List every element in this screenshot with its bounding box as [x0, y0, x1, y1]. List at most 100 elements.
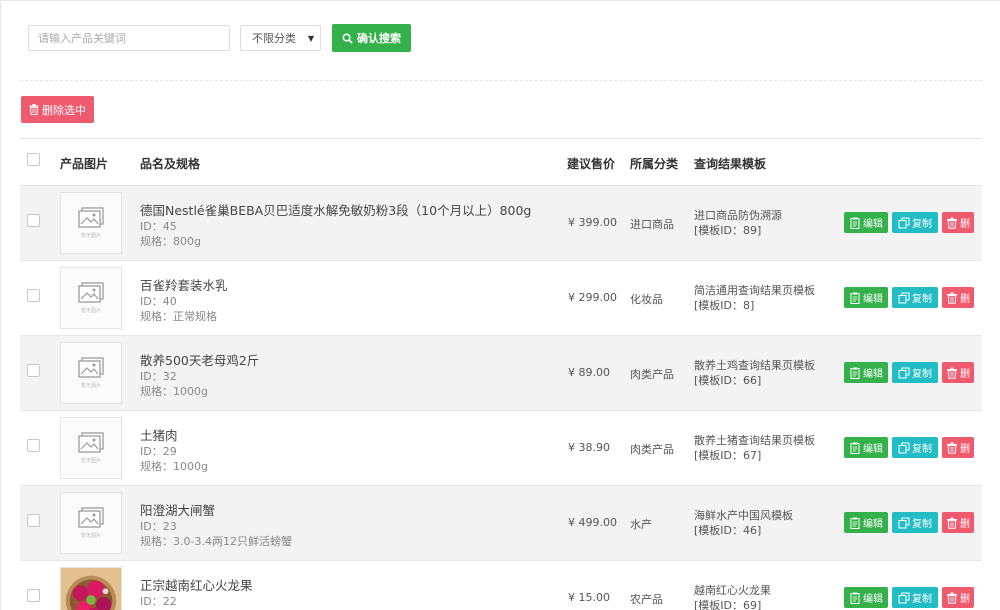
edit-label: 编辑	[863, 219, 883, 230]
copy-label: 复制	[912, 294, 932, 305]
copy-button[interactable]: 复制	[892, 212, 938, 233]
product-spec: 规格：1000g	[140, 385, 208, 398]
product-id: ID：22	[140, 595, 177, 608]
search-input[interactable]	[28, 25, 230, 51]
edit-button[interactable]: 编辑	[844, 587, 888, 608]
product-name: 正宗越南红心火龙果	[140, 578, 253, 593]
delete-label: 删	[960, 369, 970, 380]
row-checkbox[interactable]	[27, 439, 40, 452]
edit-icon	[850, 292, 860, 304]
copy-button[interactable]: 复制	[892, 512, 938, 533]
delete-button[interactable]: 删	[942, 587, 974, 608]
product-id: ID：32	[140, 370, 177, 383]
product-table: 产品图片 品名及规格 建议售价 所属分类 查询结果模板 暂无图片 德国Nestl…	[20, 138, 982, 610]
copy-icon	[898, 517, 910, 528]
header-category: 所属分类	[630, 157, 679, 171]
table-row: 暂无图片 散养500天老母鸡2斤 ID：32 规格：1000g ¥ 89.00 …	[20, 336, 982, 411]
product-price: ¥ 89.00	[568, 366, 610, 379]
product-image: 暂无图片	[60, 342, 122, 404]
image-placeholder-icon	[78, 282, 104, 303]
delete-selected-label: 删除选中	[42, 103, 86, 117]
dragon-fruit-photo	[61, 568, 121, 610]
edit-button[interactable]: 编辑	[844, 512, 888, 533]
image-placeholder-icon	[78, 207, 104, 228]
confirm-search-label: 确认搜索	[357, 32, 401, 45]
product-name: 德国Nestlé雀巢BEBA贝巴适度水解免敏奶粉3段（10个月以上）800g	[140, 203, 532, 218]
product-category: 肉类产品	[630, 443, 674, 456]
copy-button[interactable]: 复制	[892, 362, 938, 383]
row-actions: 编辑 复制 删	[844, 437, 974, 458]
template-name: 散养土猪查询结果页模板	[694, 434, 815, 447]
delete-button[interactable]: 删	[942, 362, 974, 383]
trash-icon	[947, 517, 957, 529]
header-template: 查询结果模板	[694, 157, 767, 171]
product-spec: 规格：3.0-3.4两12只鲜活螃蟹	[140, 535, 292, 548]
delete-button[interactable]: 删	[942, 512, 974, 533]
table-body: 暂无图片 德国Nestlé雀巢BEBA贝巴适度水解免敏奶粉3段（10个月以上）8…	[20, 186, 982, 610]
header-image: 产品图片	[60, 157, 109, 171]
product-category: 水产	[630, 518, 652, 531]
row-checkbox[interactable]	[27, 589, 40, 602]
template-name: 海鲜水产中国风模板	[694, 509, 793, 522]
template-id: [模板ID：69]	[694, 599, 762, 610]
copy-label: 复制	[912, 519, 932, 530]
delete-button[interactable]: 删	[942, 437, 974, 458]
copy-button[interactable]: 复制	[892, 287, 938, 308]
copy-button[interactable]: 复制	[892, 437, 938, 458]
product-image	[60, 567, 122, 610]
row-actions: 编辑 复制 删	[844, 287, 974, 308]
row-checkbox[interactable]	[27, 514, 40, 527]
delete-button[interactable]: 删	[942, 287, 974, 308]
row-actions: 编辑 复制 删	[844, 362, 974, 383]
trash-icon	[947, 217, 957, 229]
product-image: 暂无图片	[60, 267, 122, 329]
delete-label: 删	[960, 294, 970, 305]
row-checkbox[interactable]	[27, 214, 40, 227]
product-spec: 规格：1000g	[140, 460, 208, 473]
template-name: 越南红心火龙果	[694, 584, 771, 597]
template-id: [模板ID：46]	[694, 524, 762, 537]
product-price: ¥ 299.00	[568, 291, 617, 304]
edit-button[interactable]: 编辑	[844, 287, 888, 308]
table-row: 暂无图片 德国Nestlé雀巢BEBA贝巴适度水解免敏奶粉3段（10个月以上）8…	[20, 186, 982, 261]
result-template: 越南红心火龙果 [模板ID：69]	[694, 583, 771, 610]
product-price: ¥ 499.00	[568, 516, 617, 529]
template-id: [模板ID：89]	[694, 224, 762, 237]
category-select[interactable]: 不限分类 ▼	[240, 25, 321, 51]
row-actions: 编辑 复制 删	[844, 212, 974, 233]
table-row: 暂无图片 土猪肉 ID：29 规格：1000g ¥ 38.90 肉类产品 散养土…	[20, 411, 982, 486]
template-id: [模板ID：8]	[694, 299, 755, 312]
product-id: ID：40	[140, 295, 177, 308]
edit-button[interactable]: 编辑	[844, 212, 888, 233]
result-template: 进口商品防伪溯源 [模板ID：89]	[694, 208, 782, 238]
table-row: 暂无图片 阳澄湖大闸蟹 ID：23 规格：3.0-3.4两12只鲜活螃蟹 ¥ 4…	[20, 486, 982, 561]
edit-icon	[850, 517, 860, 529]
product-name: 土猪肉	[140, 428, 178, 443]
product-id: ID：29	[140, 445, 177, 458]
copy-icon	[898, 592, 910, 603]
product-spec: 规格：正常规格	[140, 310, 217, 323]
delete-button[interactable]: 删	[942, 212, 974, 233]
edit-button[interactable]: 编辑	[844, 437, 888, 458]
confirm-search-button[interactable]: 确认搜索	[332, 24, 411, 52]
product-name: 散养500天老母鸡2斤	[140, 353, 260, 368]
header-price: 建议售价	[567, 157, 616, 171]
edit-button[interactable]: 编辑	[844, 362, 888, 383]
copy-button[interactable]: 复制	[892, 587, 938, 608]
table-header: 产品图片 品名及规格 建议售价 所属分类 查询结果模板	[20, 138, 982, 186]
template-name: 散养土鸡查询结果页模板	[694, 359, 815, 372]
image-placeholder-icon	[78, 507, 104, 528]
trash-icon	[947, 292, 957, 304]
product-id: ID：45	[140, 220, 177, 233]
template-id: [模板ID：67]	[694, 449, 762, 462]
row-checkbox[interactable]	[27, 364, 40, 377]
edit-label: 编辑	[863, 519, 883, 530]
table-row: 正宗越南红心火龙果 ID：22 ¥ 15.00 农产品 越南红心火龙果 [模板I…	[20, 561, 982, 610]
row-checkbox[interactable]	[27, 289, 40, 302]
select-all-checkbox[interactable]	[27, 153, 40, 166]
product-category: 肉类产品	[630, 368, 674, 381]
delete-selected-button[interactable]: 删除选中	[21, 96, 94, 123]
product-category: 农产品	[630, 593, 663, 606]
placeholder-caption: 暂无图片	[80, 308, 101, 314]
trash-icon	[947, 592, 957, 604]
